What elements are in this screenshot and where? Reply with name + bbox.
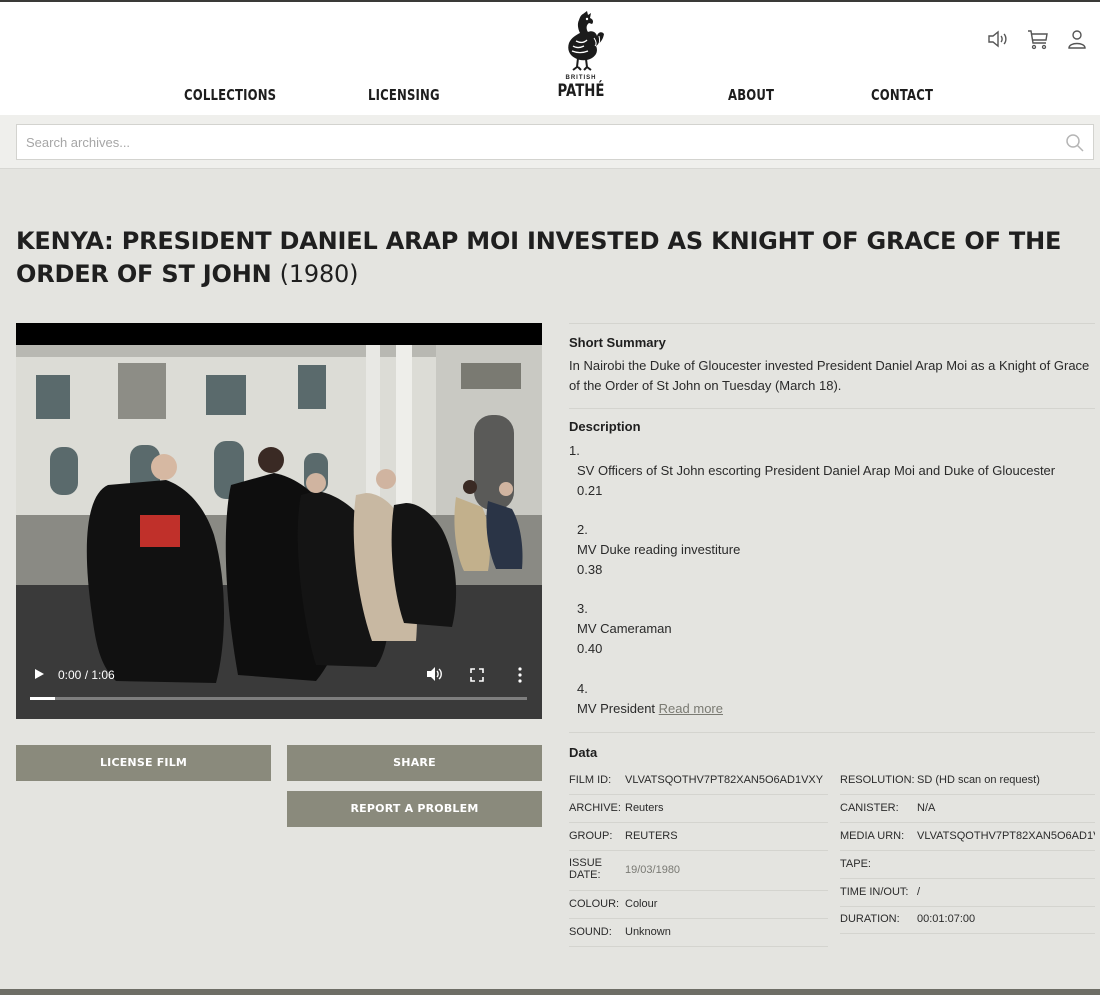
- nav-contact[interactable]: CONTACT: [871, 86, 933, 104]
- data-label: RESOLUTION:: [840, 774, 915, 786]
- user-icon[interactable]: [1065, 27, 1089, 51]
- report-problem-button[interactable]: REPORT A PROBLEM: [287, 791, 542, 827]
- site-header: COLLECTIONS LICENSING BRITISH PATHÉ ABOU…: [0, 2, 1100, 115]
- divider: [840, 794, 1095, 795]
- data-label: TIME IN/OUT:: [840, 886, 909, 898]
- divider: [569, 918, 828, 919]
- film-year: (1980): [279, 260, 359, 288]
- canister-value: N/A: [917, 802, 936, 814]
- media-urn-value: VLVATSQOTHV7PT82XAN5O6AD1VXY: [917, 830, 1095, 842]
- divider: [840, 850, 1095, 851]
- search-input[interactable]: [17, 125, 1057, 159]
- volume-icon[interactable]: [426, 666, 444, 682]
- divider: [840, 878, 1095, 879]
- description-item-number: 3.: [577, 601, 588, 616]
- video-progress-fill: [30, 697, 55, 700]
- description-item-shot: MV Duke reading investiture: [577, 542, 741, 557]
- description-item-shot: SV Officers of St John escorting Preside…: [577, 463, 1056, 478]
- time-in-out-value: /: [917, 886, 921, 898]
- description-item-number: 1.: [569, 443, 580, 458]
- description-item-number: 2.: [577, 522, 588, 537]
- license-film-button[interactable]: LICENSE FILM: [16, 745, 271, 781]
- nav-licensing[interactable]: LICENSING: [368, 86, 440, 104]
- rooster-icon: [568, 11, 604, 71]
- colour-value: Colour: [625, 898, 658, 910]
- sound-value: Unknown: [625, 926, 671, 938]
- divider: [569, 408, 1095, 409]
- data-label: CANISTER:: [840, 802, 899, 814]
- play-icon[interactable]: [32, 667, 46, 681]
- description-item-text: MV President: [577, 701, 656, 716]
- duration-value: 00:01:07:00: [917, 913, 976, 925]
- description-item-time: 0.21: [577, 483, 603, 498]
- logo-main-text: PATHÉ: [557, 81, 605, 101]
- cart-icon[interactable]: [1026, 27, 1050, 51]
- film-title-text: KENYA: PRESIDENT DANIEL ARAP MOI INVESTE…: [16, 227, 1062, 288]
- data-label: COLOUR:: [569, 898, 620, 910]
- data-label: DURATION:: [840, 913, 900, 925]
- more-options-icon[interactable]: [513, 666, 527, 684]
- search-bar: [0, 115, 1100, 169]
- description-item-time: 0.40: [577, 641, 603, 656]
- data-heading: Data: [569, 745, 598, 760]
- film-title: KENYA: PRESIDENT DANIEL ARAP MOI INVESTE…: [16, 225, 1086, 291]
- data-label: ARCHIVE:: [569, 802, 621, 814]
- description-item-number: 4.: [577, 681, 588, 696]
- nav-collections[interactable]: COLLECTIONS: [184, 86, 276, 104]
- divider: [840, 822, 1095, 823]
- divider: [569, 822, 828, 823]
- speaker-icon[interactable]: [986, 27, 1010, 51]
- video-player[interactable]: 0:00 / 1:06: [16, 323, 542, 719]
- video-frame: [16, 345, 542, 719]
- description-heading: Description: [569, 419, 641, 434]
- resolution-value: SD (HD scan on request): [917, 774, 1040, 786]
- search-icon[interactable]: [1065, 133, 1085, 153]
- divider: [569, 946, 828, 947]
- data-label: MEDIA URN:: [840, 830, 905, 842]
- description-item-shot: MV President Read more: [577, 699, 723, 719]
- film-id-value: VLVATSQOTHV7PT82XAN5O6AD1VXY: [625, 774, 824, 786]
- data-label: ISSUE DATE:: [569, 857, 603, 881]
- summary-heading: Short Summary: [569, 335, 666, 350]
- summary-text: In Nairobi the Duke of Gloucester invest…: [569, 358, 1090, 393]
- divider: [569, 850, 828, 851]
- divider: [569, 323, 1095, 324]
- data-label: TAPE:: [840, 858, 871, 870]
- archive-value: Reuters: [625, 802, 664, 814]
- divider: [569, 794, 828, 795]
- description-item-time: 0.38: [577, 562, 603, 577]
- british-pathe-logo[interactable]: BRITISH PATHÉ: [548, 10, 614, 106]
- data-label: FILM ID:: [569, 774, 612, 786]
- nav-about[interactable]: ABOUT: [728, 86, 774, 104]
- divider: [569, 890, 828, 891]
- share-button[interactable]: SHARE: [287, 745, 542, 781]
- search-box: [16, 124, 1094, 160]
- data-label: SOUND:: [569, 926, 612, 938]
- read-more-link[interactable]: Read more: [659, 701, 723, 716]
- video-time: 0:00 / 1:06: [58, 668, 115, 682]
- footer-bar: [0, 989, 1100, 995]
- divider: [840, 906, 1095, 907]
- video-progress-bar[interactable]: [30, 697, 527, 700]
- issue-date-value: 19/03/1980: [625, 864, 681, 876]
- description-item-shot: MV Cameraman: [577, 621, 672, 636]
- fullscreen-icon[interactable]: [469, 667, 485, 683]
- divider: [840, 933, 1095, 934]
- group-value: REUTERS: [625, 830, 678, 842]
- data-label: GROUP:: [569, 830, 613, 842]
- divider: [569, 732, 1095, 733]
